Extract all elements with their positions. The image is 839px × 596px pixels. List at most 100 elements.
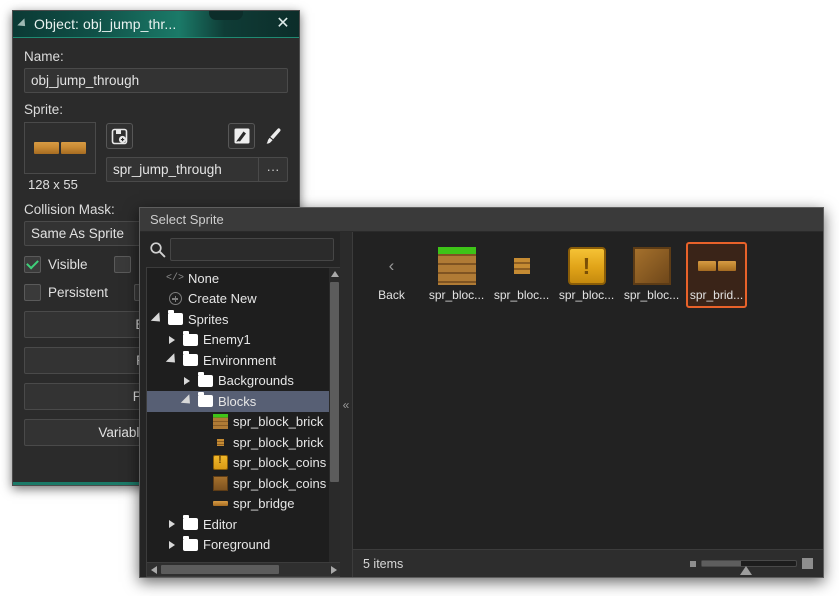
name-label: Name: [24, 49, 64, 64]
grid-sprite-item-3[interactable]: spr_bloc... [556, 242, 617, 308]
object-name-input[interactable]: obj_jump_through [24, 68, 288, 93]
close-icon[interactable]: ✕ [273, 14, 293, 34]
titlebar-notch [209, 11, 243, 20]
tree-item-environment-4[interactable]: Environment [147, 350, 340, 371]
paint-brush-icon[interactable] [260, 123, 287, 149]
tree-item-label: Editor [203, 516, 237, 532]
tree-item-label: Environment [203, 352, 276, 368]
sprite-name-row: spr_jump_through ··· [106, 157, 288, 182]
tree-item-label: None [188, 270, 220, 286]
tree-item-label: Create New [188, 291, 257, 307]
chevron-down-icon[interactable] [164, 353, 180, 367]
small-icon-size-icon[interactable] [690, 560, 696, 567]
brick-debris-icon [502, 246, 542, 286]
tree-hscroll-thumb[interactable] [161, 565, 279, 574]
sprite-label: Sprite: [24, 102, 64, 117]
tree-vertical-scrollbar[interactable] [329, 268, 340, 576]
tree-item-spr-block-coins-10[interactable]: spr_block_coins [147, 473, 340, 494]
chevron-right-icon[interactable] [164, 520, 180, 529]
grid-sprite-item-1[interactable]: spr_bloc... [426, 242, 487, 308]
scroll-left-arrow-icon[interactable] [147, 563, 160, 576]
tree-item-label: spr_block_brick [233, 414, 324, 430]
search-icon [144, 241, 170, 258]
tree-item-sprites-2[interactable]: Sprites [147, 309, 340, 330]
sprite-dimensions-label: 128 x 55 [28, 177, 78, 192]
search-input[interactable] [170, 238, 334, 261]
persistent-label: Persistent [48, 285, 109, 300]
coin-block-icon [210, 454, 230, 471]
wood-block-icon [632, 246, 672, 286]
folder-icon [180, 330, 200, 346]
folder-icon [165, 310, 185, 326]
bridge-icon [697, 246, 737, 286]
tree-scroll-thumb[interactable] [330, 282, 339, 482]
tree-item-label: spr_block_coins [233, 475, 327, 491]
grass-block-icon [210, 414, 230, 430]
scroll-right-arrow-icon[interactable] [327, 563, 340, 576]
select-sprite-title: Select Sprite [150, 212, 224, 227]
chevron-right-icon[interactable] [179, 376, 195, 385]
search-glyph [149, 242, 165, 258]
edit-sprite-glyph [234, 128, 249, 144]
search-row [140, 232, 340, 267]
tree-scroll-viewport: </> None Create New Sprites Enemy1 Environmen… [147, 268, 340, 562]
tree-item-spr-bridge-11[interactable]: spr_bridge [147, 494, 340, 515]
grid-item-label: spr_bloc... [493, 288, 550, 302]
edit-sprite-image-icon[interactable] [228, 123, 255, 149]
zoom-size-slider[interactable] [690, 558, 813, 575]
tree-item-backgrounds-5[interactable]: Backgrounds [147, 371, 340, 392]
object-editor-title: Object: obj_jump_thr... [34, 16, 177, 32]
tree-item-create-new-1[interactable]: Create New [147, 289, 340, 310]
tree-item-spr-block-brick-7[interactable]: spr_block_brick [147, 412, 340, 433]
visible-checkbox[interactable] [24, 256, 41, 273]
persistent-checkbox[interactable] [24, 284, 41, 301]
grid-sprite-item-4[interactable]: spr_bloc... [621, 242, 682, 308]
tree-item-spr-block-coins-9[interactable]: spr_block_coins [147, 453, 340, 474]
tree-item-label: spr_block_brick [233, 434, 324, 450]
tree-item-blocks-6[interactable]: Blocks [147, 391, 340, 412]
bridge-sprite-thumb-icon [34, 142, 86, 154]
folder-icon [195, 392, 215, 408]
tree-horizontal-scrollbar[interactable] [147, 562, 340, 576]
grid-sprite-item-5[interactable]: spr_brid... [686, 242, 747, 308]
grid-back-button[interactable]: ‹ Back [361, 242, 422, 308]
tree-item-none-0[interactable]: </> None [147, 268, 340, 289]
back-arrow-icon: ‹ [388, 256, 395, 275]
tree-item-editor-12[interactable]: Editor [147, 514, 340, 535]
sprite-grid-pane: ‹ Back spr_bloc... spr_bloc... spr_bloc... sp… [352, 232, 823, 577]
chevron-down-icon[interactable] [149, 312, 165, 326]
sprite-name-input[interactable]: spr_jump_through [106, 157, 258, 182]
folder-icon [180, 535, 200, 551]
collapse-triangle-icon[interactable] [17, 18, 29, 30]
chevron-right-icon[interactable] [164, 540, 180, 549]
zoom-slider-knob[interactable] [739, 566, 752, 575]
plus-circle-icon [165, 292, 185, 306]
hidden-checkbox-right-1[interactable] [113, 256, 131, 273]
chevron-right-icon[interactable] [164, 335, 180, 344]
new-sprite-glyph [111, 128, 128, 144]
scroll-up-arrow-icon[interactable] [329, 268, 340, 280]
grid-item-label: spr_brid... [689, 288, 744, 302]
tree-item-label: Enemy1 [203, 332, 251, 348]
tree-item-label: spr_bridge [233, 496, 295, 512]
sprite-preview[interactable] [24, 122, 96, 174]
tree-item-label: spr_block_coins [233, 455, 327, 471]
code-none-icon: </> [165, 272, 184, 284]
new-sprite-icon[interactable] [106, 123, 133, 149]
tree-item-spr-block-brick-8[interactable]: spr_block_brick [147, 432, 340, 453]
grid-item-label: spr_bloc... [558, 288, 615, 302]
sprite-picker-button[interactable]: ··· [258, 157, 288, 182]
object-editor-titlebar[interactable]: Object: obj_jump_thr... ✕ [13, 11, 299, 38]
zoom-slider-fill [702, 561, 742, 566]
tree-item-label: Blocks [218, 393, 257, 409]
tree-item-enemy1-3[interactable]: Enemy1 [147, 330, 340, 351]
zoom-slider-track[interactable] [701, 560, 797, 575]
chevron-down-icon[interactable] [179, 394, 195, 408]
large-icon-size-icon[interactable] [802, 558, 813, 569]
grid-sprite-item-2[interactable]: spr_bloc... [491, 242, 552, 308]
visible-label: Visible [48, 257, 88, 272]
grid-item-label: Back [378, 288, 405, 302]
pane-splitter[interactable]: « [340, 232, 352, 577]
tree-item-foreground-13[interactable]: Foreground [147, 535, 340, 556]
select-sprite-titlebar[interactable]: Select Sprite [140, 208, 823, 232]
